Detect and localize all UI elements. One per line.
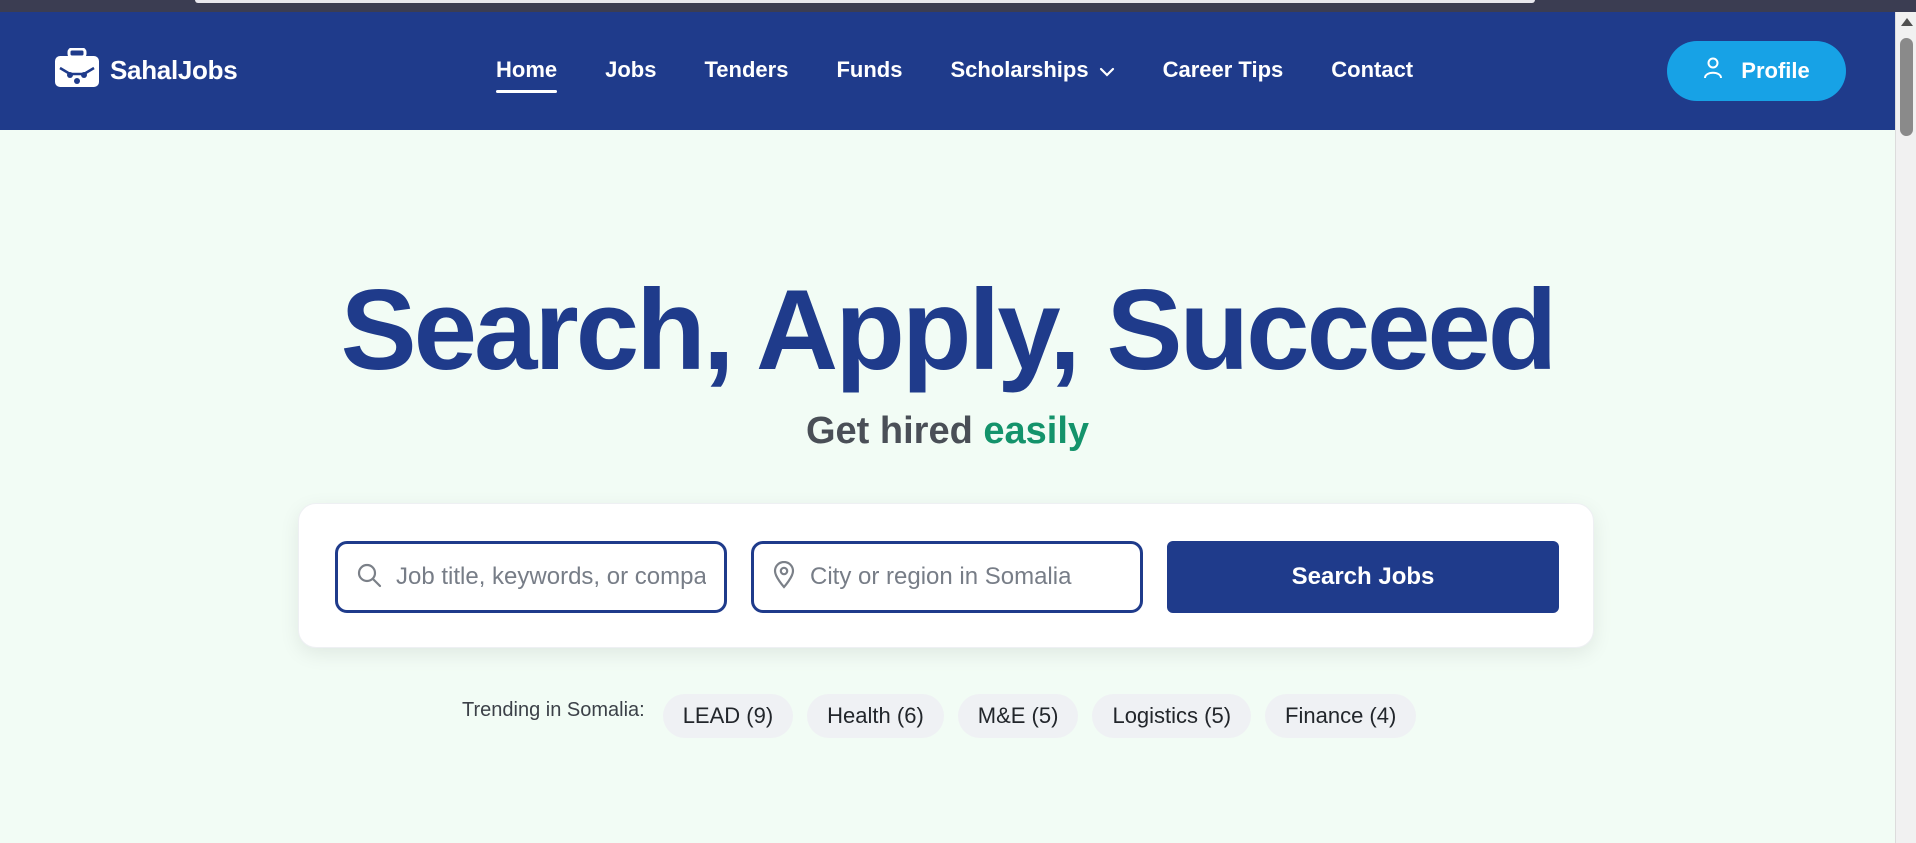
search-jobs-button[interactable]: Search Jobs xyxy=(1167,541,1559,613)
user-icon xyxy=(1703,57,1723,85)
trending-chip-logistics[interactable]: Logistics (5) xyxy=(1092,694,1252,738)
job-search-field[interactable] xyxy=(335,541,727,613)
trending-chip-me[interactable]: M&E (5) xyxy=(957,694,1079,738)
nav-item-scholarships-label: Scholarships xyxy=(950,57,1089,82)
scrollbar-thumb[interactable] xyxy=(1900,38,1913,136)
nav-item-scholarships[interactable]: Scholarships xyxy=(950,57,1114,93)
page-scrollbar[interactable] xyxy=(1895,12,1916,843)
trending-searches: Trending in Somalia: LEAD (9) Health (6)… xyxy=(462,694,1430,738)
briefcase-icon xyxy=(54,47,100,93)
hero-subtitle: Get hired easily xyxy=(0,410,1895,453)
nav-item-career-tips[interactable]: Career Tips xyxy=(1163,57,1284,93)
nav-item-funds[interactable]: Funds xyxy=(836,57,902,93)
location-search-field[interactable] xyxy=(751,541,1143,613)
trending-chip-lead[interactable]: LEAD (9) xyxy=(662,694,794,738)
brand-logo[interactable]: SahalJobs xyxy=(54,47,238,93)
job-search-input[interactable] xyxy=(396,563,706,591)
nav-item-home[interactable]: Home xyxy=(496,57,558,93)
brand-name: SahalJobs xyxy=(110,54,238,85)
trending-label: Trending in Somalia: xyxy=(462,698,645,721)
job-search-card: Search Jobs xyxy=(298,503,1594,648)
trending-chip-health[interactable]: Health (6) xyxy=(807,694,944,738)
hero-subtitle-accent: easily xyxy=(983,410,1090,452)
search-icon xyxy=(356,562,382,593)
nav-item-jobs[interactable]: Jobs xyxy=(605,57,656,93)
main-nav: Home Jobs Tenders Funds Scholarships Car… xyxy=(496,57,1461,93)
profile-button-label: Profile xyxy=(1741,58,1810,83)
hero-title: Search, Apply, Succeed xyxy=(340,267,1558,394)
location-search-input[interactable] xyxy=(810,563,1120,591)
top-navbar: SahalJobs Home Jobs Tenders Funds Schola… xyxy=(0,12,1895,130)
nav-item-contact[interactable]: Contact xyxy=(1331,57,1413,93)
hero-subtitle-prefix: Get hired xyxy=(805,410,973,452)
nav-item-tenders[interactable]: Tenders xyxy=(704,57,788,93)
scroll-up-arrow-icon[interactable] xyxy=(1901,18,1913,26)
map-pin-icon xyxy=(772,560,796,594)
browser-tab-strip xyxy=(195,0,1535,3)
chevron-down-icon xyxy=(1099,57,1115,83)
profile-button[interactable]: Profile xyxy=(1667,41,1846,101)
trending-chip-finance[interactable]: Finance (4) xyxy=(1265,694,1417,738)
browser-top-bar xyxy=(0,0,1916,12)
